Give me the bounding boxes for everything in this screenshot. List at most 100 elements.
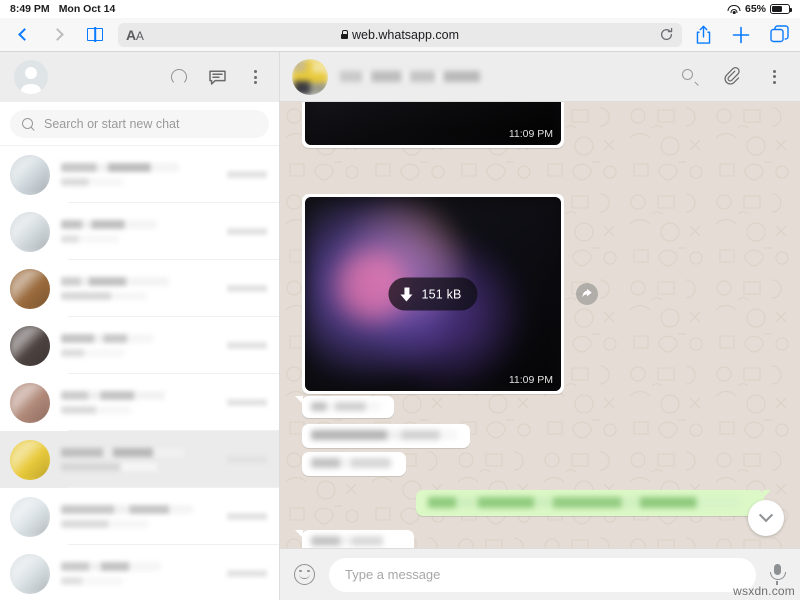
chat-avatar — [10, 382, 50, 423]
chat-name-redacted — [61, 448, 185, 457]
chat-timestamp-redacted — [227, 570, 267, 577]
chat-item-body — [61, 505, 216, 528]
chat-avatar — [10, 325, 50, 366]
chat-timestamp-redacted — [227, 228, 267, 235]
search-placeholder: Search or start new chat — [44, 116, 180, 131]
chat-list-item[interactable] — [0, 260, 279, 317]
message-time: 11:09 PM — [508, 374, 553, 386]
chat-name-redacted — [61, 505, 193, 514]
safari-toolbar: AA web.whatsapp.com — [0, 18, 800, 52]
chat-item-meta — [227, 285, 267, 292]
download-button[interactable]: 151 kB — [388, 277, 478, 311]
search-input[interactable]: Search or start new chat — [10, 109, 269, 138]
chat-timestamp-redacted — [227, 456, 267, 463]
more-vert-icon[interactable] — [764, 67, 784, 87]
bookmarks-button[interactable] — [82, 22, 108, 48]
microphone-icon[interactable] — [770, 564, 786, 585]
chat-list-item[interactable] — [0, 203, 279, 260]
chat-timestamp-redacted — [227, 342, 267, 349]
wifi-icon — [727, 4, 741, 14]
chat-name-redacted — [61, 163, 179, 172]
plus-icon[interactable] — [730, 24, 752, 46]
ipad-status-bar: 8:49 PM Mon Oct 14 65% — [0, 0, 800, 18]
forward-button[interactable] — [46, 22, 72, 48]
chat-list-item[interactable] — [0, 146, 279, 203]
paperclip-icon[interactable] — [722, 67, 742, 87]
text-size-button[interactable]: AA — [126, 27, 144, 43]
chat-list-item[interactable] — [0, 317, 279, 374]
message-text-incoming[interactable] — [295, 396, 394, 418]
contact-name — [340, 71, 480, 82]
chat-preview-redacted — [61, 463, 157, 471]
message-text-redacted — [428, 497, 740, 508]
chat-avatar — [10, 154, 50, 195]
emoji-icon[interactable] — [294, 564, 315, 585]
chat-avatar — [10, 553, 50, 594]
chat-item-body — [61, 391, 216, 414]
more-vert-icon[interactable] — [245, 67, 265, 87]
download-size: 151 kB — [421, 287, 462, 301]
message-thread[interactable]: 11:09 PM 151 kB 11:09 PM — [280, 102, 800, 548]
contact-avatar[interactable] — [292, 58, 328, 95]
profile-avatar[interactable] — [14, 60, 48, 94]
conversation-panel: 11:09 PM 151 kB 11:09 PM Type a message — [280, 52, 800, 600]
message-time: 11:09 PM — [508, 128, 553, 140]
message-media[interactable]: 151 kB 11:09 PM — [302, 194, 598, 394]
battery-icon — [770, 4, 792, 14]
message-text-redacted — [311, 430, 457, 440]
chat-avatar — [10, 439, 50, 480]
chat-preview-redacted — [61, 235, 119, 243]
chat-avatar — [10, 211, 50, 252]
chat-timestamp-redacted — [227, 285, 267, 292]
message-input[interactable]: Type a message — [329, 557, 756, 592]
message-text-incoming[interactable] — [295, 530, 414, 548]
scroll-to-bottom-button[interactable] — [748, 500, 784, 536]
chat-list-item[interactable] — [0, 431, 279, 488]
chat-item-meta — [227, 342, 267, 349]
chat-name-redacted — [61, 334, 153, 343]
tabs-icon[interactable] — [768, 24, 790, 46]
sidebar: Search or start new chat — [0, 52, 280, 600]
share-icon[interactable] — [692, 24, 714, 46]
chat-preview-redacted — [61, 292, 147, 300]
chat-list-item[interactable] — [0, 488, 279, 545]
address-bar[interactable]: AA web.whatsapp.com — [118, 22, 682, 47]
chat-preview-redacted — [61, 520, 149, 528]
chat-preview-redacted — [61, 178, 123, 186]
chat-item-body — [61, 163, 216, 186]
status-time: 8:49 PM — [10, 3, 50, 15]
chat-item-body — [61, 562, 216, 585]
forward-icon[interactable] — [576, 283, 598, 305]
messages-container: 11:09 PM 151 kB 11:09 PM — [280, 102, 800, 548]
search-icon[interactable] — [680, 67, 700, 87]
chat-list-item[interactable] — [0, 374, 279, 431]
status-ring-icon[interactable] — [169, 67, 189, 87]
chat-preview-redacted — [61, 577, 123, 585]
back-button[interactable] — [10, 22, 36, 48]
new-chat-icon[interactable] — [207, 67, 227, 87]
sidebar-header — [0, 52, 279, 102]
message-text-outgoing[interactable] — [416, 490, 771, 516]
battery-percent: 65% — [744, 3, 766, 15]
search-icon — [22, 117, 34, 130]
chat-item-body — [61, 334, 216, 357]
message-text-redacted — [311, 402, 381, 411]
message-text-incoming[interactable] — [302, 424, 470, 448]
chat-item-body — [61, 220, 216, 243]
chevron-down-icon — [758, 508, 774, 523]
chat-item-meta — [227, 570, 267, 577]
chat-preview-redacted — [61, 406, 131, 414]
status-date: Mon Oct 14 — [58, 3, 116, 15]
reload-icon[interactable] — [659, 27, 674, 42]
chat-list-item[interactable] — [0, 545, 279, 600]
chat-item-body — [61, 448, 216, 471]
chat-list[interactable] — [0, 146, 279, 600]
message-text-incoming[interactable] — [302, 452, 406, 476]
chat-item-meta — [227, 228, 267, 235]
message-input-placeholder: Type a message — [345, 567, 441, 582]
chat-item-body — [61, 277, 216, 300]
message-composer: Type a message — [280, 548, 800, 600]
whatsapp-web-app: Search or start new chat 11:09 PM 151 kB… — [0, 52, 800, 600]
message-media-partial[interactable]: 11:09 PM — [302, 102, 564, 148]
chat-avatar — [10, 268, 50, 309]
